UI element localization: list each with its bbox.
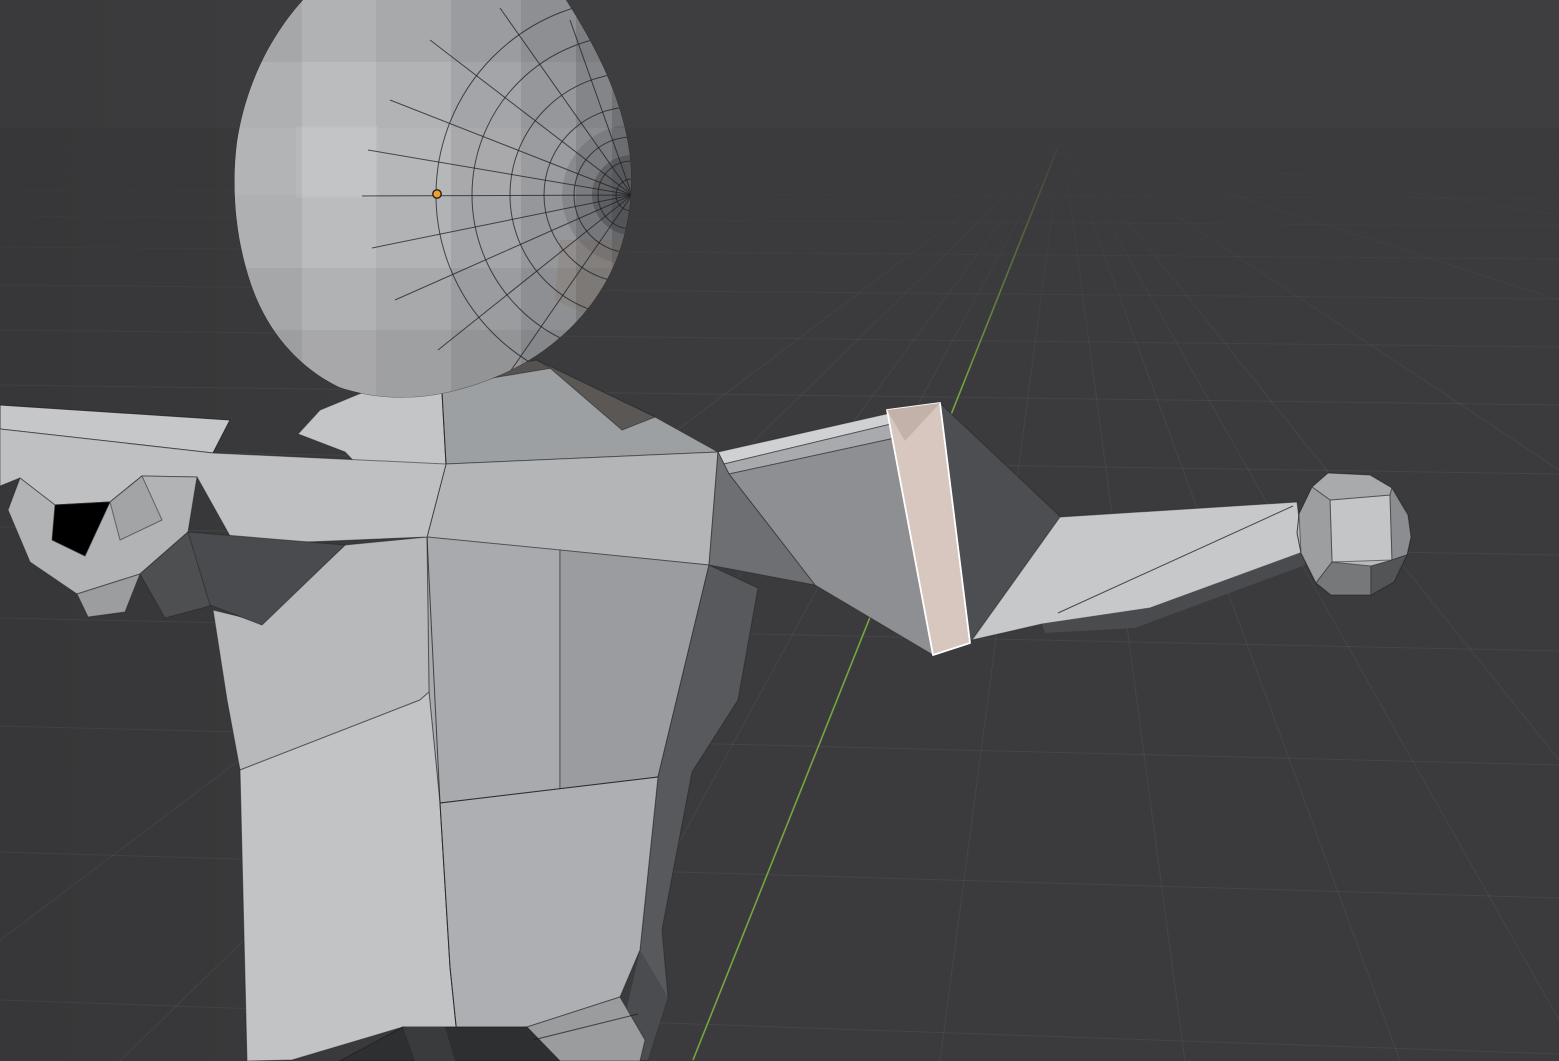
viewport-canvas[interactable] — [0, 0, 1559, 1061]
right-hand-mesh[interactable] — [1297, 473, 1411, 595]
origin-point[interactable] — [433, 190, 441, 198]
mesh-face[interactable] — [427, 537, 560, 803]
viewport-wrap — [0, 0, 1559, 1061]
mesh-face[interactable] — [1330, 495, 1392, 562]
head-shading — [296, 126, 378, 198]
